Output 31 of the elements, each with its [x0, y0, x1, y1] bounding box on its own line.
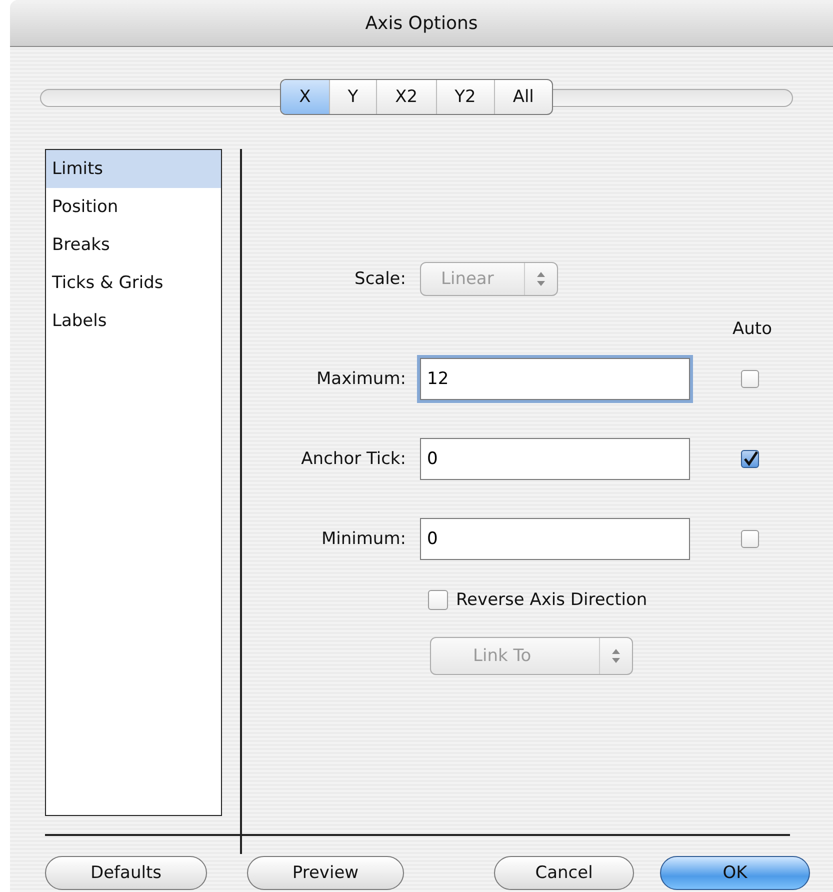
input-field[interactable]: 0 — [420, 438, 690, 480]
sidebar-item[interactable]: Limits — [46, 150, 221, 188]
dialog-button[interactable]: Defaults — [45, 856, 207, 890]
auto-checkbox[interactable] — [741, 530, 759, 548]
sidebar-item[interactable]: Labels — [46, 302, 221, 340]
sidebar-item[interactable]: Position — [46, 188, 221, 226]
axis-tab[interactable]: Y — [328, 80, 376, 114]
dialog-button[interactable]: OK — [660, 856, 810, 890]
field-label: Anchor Tick: — [301, 449, 406, 469]
sidebar-item[interactable]: Ticks & Grids — [46, 264, 221, 302]
field-label: Scale: — [354, 269, 406, 289]
column-header: Auto — [732, 319, 772, 339]
window-title: Axis Options — [10, 0, 833, 47]
checkbox-label: Reverse Axis Direction — [456, 590, 648, 610]
auto-checkbox[interactable] — [741, 450, 759, 468]
field-label: Maximum: — [316, 369, 406, 389]
input-field[interactable]: 12 — [420, 358, 690, 400]
checkmark-icon — [742, 451, 758, 467]
dialog-button[interactable]: Cancel — [494, 856, 634, 890]
stepper-icon — [610, 648, 622, 664]
input-field[interactable]: 0 — [420, 518, 690, 560]
axis-tab[interactable]: X — [281, 80, 329, 114]
sidebar-item[interactable]: Breaks — [46, 226, 221, 264]
stepper-icon — [535, 271, 547, 287]
axis-tab[interactable]: Y2 — [436, 80, 494, 114]
reverse-checkbox[interactable] — [428, 590, 448, 610]
field-label: Minimum: — [321, 529, 406, 549]
axis-tab[interactable]: X2 — [376, 80, 436, 114]
axis-tab[interactable]: All — [494, 80, 552, 114]
auto-checkbox[interactable] — [741, 370, 759, 388]
dialog-button[interactable]: Preview — [247, 856, 404, 890]
